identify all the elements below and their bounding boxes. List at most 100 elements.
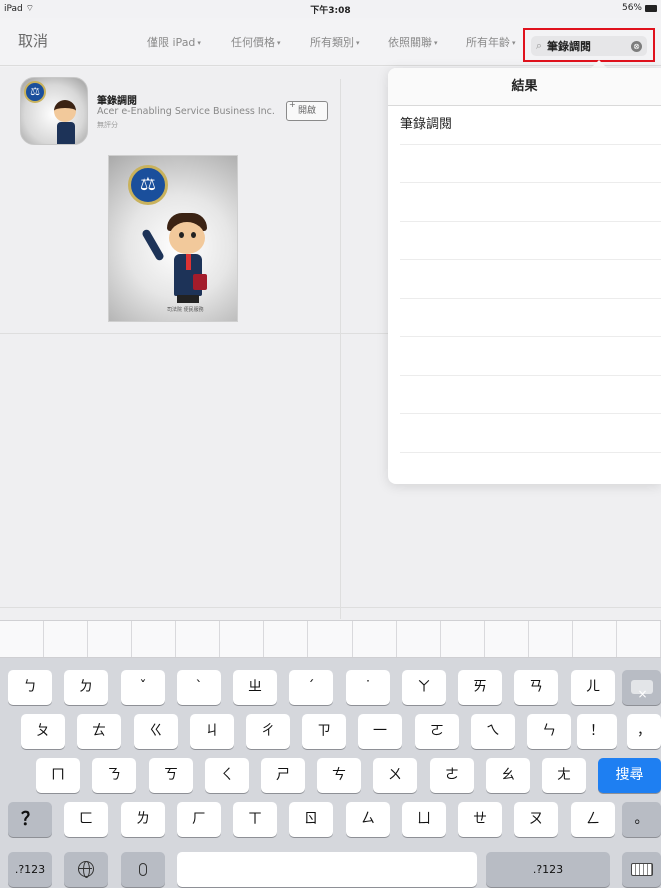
key[interactable]: ㄒ (233, 802, 277, 837)
candidate-cell[interactable] (44, 621, 89, 657)
app-icon[interactable]: ⚖ (20, 77, 88, 145)
mascot-book (193, 274, 207, 290)
candidate-cell[interactable] (308, 621, 353, 657)
candidate-cell[interactable] (176, 621, 221, 657)
app-store-search-screen: iPad ⌔ 下午3:08 56% 取消 僅限 iPad ▾ 任何價格 ▾ 所有類別… (0, 0, 661, 888)
mascot-tie (186, 254, 191, 270)
key[interactable]: ㄈ (64, 802, 108, 837)
key[interactable]: ㄙ (346, 802, 390, 837)
dismiss-keyboard-key[interactable] (622, 852, 661, 887)
candidate-cell[interactable] (353, 621, 397, 657)
key[interactable]: ㄠ (486, 758, 530, 793)
dictation-key[interactable] (121, 852, 165, 887)
candidate-cell[interactable] (264, 621, 309, 657)
backspace-key[interactable] (622, 670, 661, 712)
key[interactable]: ㄍ (134, 714, 178, 749)
candidate-cell[interactable] (485, 621, 529, 657)
candidate-cell[interactable] (441, 621, 485, 657)
filter-age[interactable]: 所有年齡 ▾ (466, 34, 516, 50)
search-value: 筆錄調閱 (547, 40, 591, 53)
result-row[interactable]: 筆錄調閱 (400, 106, 661, 145)
result-row-empty (400, 414, 661, 453)
clear-icon[interactable]: ⊗ (631, 40, 642, 52)
filter-price[interactable]: 任何價格 ▾ (231, 34, 281, 50)
open-button[interactable]: + 開啟 (286, 100, 328, 121)
space-key[interactable] (177, 852, 477, 887)
key[interactable]: ㄣ (527, 714, 571, 749)
candidate-cell[interactable] (617, 621, 661, 657)
key[interactable]: ㄎ (149, 758, 193, 793)
key[interactable]: ㄊ (77, 714, 121, 749)
open-button-label: 開啟 (297, 106, 316, 116)
key[interactable]: ˋ (177, 670, 221, 705)
candidate-cell[interactable] (0, 621, 45, 657)
key[interactable]: ㄓ (233, 670, 277, 705)
key[interactable]: ㄦ (571, 670, 615, 705)
candidate-cell[interactable] (529, 621, 573, 657)
caret-down-icon: ▾ (277, 39, 281, 47)
key[interactable]: ！ (577, 714, 617, 749)
search-input[interactable]: ⌕ 筆錄調閱 ⊗ (531, 36, 647, 56)
caret-down-icon: ▾ (434, 39, 438, 47)
key[interactable]: ㄥ (571, 802, 615, 837)
key[interactable]: ㄚ (402, 670, 446, 705)
cancel-button[interactable]: 取消 (18, 30, 48, 51)
key[interactable]: ㄟ (471, 714, 515, 749)
key[interactable]: ㄛ (415, 714, 459, 749)
candidate-bar (0, 620, 661, 658)
candidate-cell[interactable] (132, 621, 177, 657)
app-name[interactable]: 筆錄調閱 (97, 92, 137, 107)
key[interactable]: ˙ (346, 670, 390, 705)
key[interactable]: ㄋ (92, 758, 136, 793)
key[interactable]: ㄌ (121, 802, 165, 837)
key[interactable]: ㄤ (542, 758, 586, 793)
key[interactable]: ㄕ (261, 758, 305, 793)
keyboard-icon (630, 862, 653, 876)
key[interactable]: ㄢ (514, 670, 558, 705)
divider (0, 607, 661, 608)
globe-key[interactable] (64, 852, 108, 887)
app-developer[interactable]: Acer e-Enabling Service Business Inc. (97, 106, 275, 117)
key[interactable]: 一 (358, 714, 402, 749)
candidate-cell[interactable] (397, 621, 441, 657)
key[interactable]: ㄅ (8, 670, 52, 705)
numbers-key[interactable]: .?123 (8, 852, 52, 887)
key[interactable]: ㄏ (177, 802, 221, 837)
candidate-cell[interactable] (220, 621, 265, 657)
key[interactable]: ㄉ (64, 670, 108, 705)
key[interactable]: ˊ (289, 670, 333, 705)
key[interactable]: ㄘ (317, 758, 361, 793)
key[interactable]: ㄆ (21, 714, 65, 749)
result-row-empty (400, 183, 661, 222)
key[interactable]: ㄖ (289, 802, 333, 837)
app-rating: 無評分 (97, 121, 118, 129)
key[interactable]: ， (627, 714, 661, 749)
candidate-cell[interactable] (573, 621, 617, 657)
numbers-key[interactable]: .?123 (486, 852, 610, 887)
filter-device[interactable]: 僅限 iPad ▾ (147, 34, 201, 50)
key[interactable]: ㄩ (402, 802, 446, 837)
app-screenshot[interactable]: ⚖ 司法院 便民服務 (108, 155, 238, 322)
key[interactable]: ㄜ (430, 758, 474, 793)
result-row-empty (400, 260, 661, 299)
key[interactable]: ㄨ (373, 758, 417, 793)
mascot-eye (191, 232, 196, 238)
judicial-emblem-icon: ⚖ (128, 165, 168, 205)
key[interactable]: ˇ (121, 670, 165, 705)
key[interactable]: ㄗ (302, 714, 346, 749)
key[interactable]: ㄝ (458, 802, 502, 837)
candidate-cell[interactable] (88, 621, 133, 657)
microphone-icon (139, 862, 147, 876)
filter-category[interactable]: 所有類別 ▾ (310, 34, 360, 50)
key[interactable]: ㄔ (246, 714, 290, 749)
filter-sort[interactable]: 依照關聯 ▾ (388, 34, 438, 50)
key[interactable]: 。 (622, 802, 661, 837)
key[interactable]: ㄡ (514, 802, 558, 837)
key[interactable]: ㄇ (36, 758, 80, 793)
key[interactable]: ㄐ (190, 714, 234, 749)
search-key[interactable]: 搜尋 (598, 758, 661, 793)
key[interactable]: ㄞ (458, 670, 502, 705)
key[interactable]: ㄑ (205, 758, 249, 793)
key[interactable]: ？ (8, 802, 52, 837)
status-bar: iPad ⌔ 下午3:08 56% (0, 0, 661, 18)
